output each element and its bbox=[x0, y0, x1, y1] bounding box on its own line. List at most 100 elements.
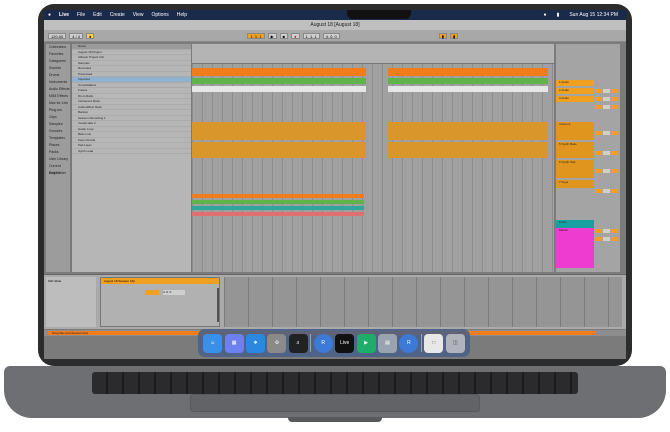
arrangement-clip[interactable] bbox=[192, 86, 366, 92]
dock: ☺ ▦ ❖ ⚙ ♬ R Live ▶ ▤ R □ ◫ bbox=[198, 329, 470, 357]
browser-place-item[interactable]: Clips bbox=[46, 114, 70, 121]
clip-fader[interactable] bbox=[217, 288, 219, 322]
track-mixer-controls[interactable] bbox=[594, 220, 620, 233]
menu-view[interactable]: View bbox=[129, 12, 148, 18]
arrangement-clip[interactable] bbox=[192, 142, 366, 158]
track-mixer-controls[interactable] bbox=[594, 160, 620, 173]
trash-icon[interactable]: ◫ bbox=[445, 333, 465, 353]
browser-place-item[interactable]: Instruments bbox=[46, 79, 70, 86]
browser-place-item[interactable]: Packs bbox=[46, 149, 70, 156]
clip-editor[interactable] bbox=[224, 277, 622, 327]
signature-field[interactable]: 4 / 4 bbox=[69, 32, 84, 39]
arrangement-clip[interactable] bbox=[192, 122, 366, 140]
menu-create[interactable]: Create bbox=[106, 12, 129, 18]
track-mixer-controls[interactable] bbox=[594, 122, 620, 135]
battery-icon[interactable]: ▮ bbox=[553, 12, 564, 18]
browser-place-item[interactable]: Grooves bbox=[46, 128, 70, 135]
track-header[interactable]: 3 Audio bbox=[556, 96, 594, 102]
track-header[interactable]: 5 Synth Bass bbox=[556, 142, 594, 158]
keyboard bbox=[92, 372, 578, 394]
track-mixer-controls[interactable] bbox=[594, 142, 620, 155]
loop-length-field[interactable]: 4. 0. 0 bbox=[322, 32, 340, 39]
arrangement-clip[interactable] bbox=[192, 194, 364, 198]
arrangement-clip[interactable] bbox=[192, 206, 364, 210]
arrangement-clip[interactable] bbox=[192, 78, 366, 84]
menu-help[interactable]: Help bbox=[173, 12, 191, 18]
system-preferences-icon[interactable]: ⚙ bbox=[267, 333, 287, 353]
safari-icon[interactable]: ❖ bbox=[246, 333, 266, 353]
arrangement-clip[interactable] bbox=[388, 142, 548, 158]
track-mixer-controls[interactable] bbox=[594, 228, 620, 241]
transport-bar: 120.00 4 / 4 ● 1. 1. 1 ▶ ■ ● 1. 1. 1 4. … bbox=[44, 30, 626, 42]
menu-clock[interactable]: Sun Aug 15 12:34 PM bbox=[565, 12, 622, 18]
cpu-meter: ▮ bbox=[438, 32, 447, 39]
track-header[interactable]: 2 Audio bbox=[556, 88, 594, 94]
position-field[interactable]: 1. 1. 1 bbox=[247, 32, 265, 39]
browser-place-item[interactable]: MIDI Effects bbox=[46, 93, 70, 100]
browser-place-item[interactable]: Favorites bbox=[46, 51, 70, 58]
browser-place-item[interactable]: Collections bbox=[46, 44, 70, 51]
track-header[interactable]: 6 Synth Pad bbox=[556, 160, 594, 178]
browser-place-item[interactable]: Categories bbox=[46, 58, 70, 65]
track-mixer-controls[interactable] bbox=[594, 96, 620, 109]
piano-icon[interactable]: ♬ bbox=[288, 333, 308, 353]
clip-length-field[interactable]: 4. 0. 0 bbox=[163, 290, 185, 295]
menu-edit[interactable]: Edit bbox=[89, 12, 106, 18]
arrangement-clip[interactable] bbox=[388, 122, 548, 140]
wifi-icon[interactable]: ● bbox=[540, 12, 551, 18]
clip-color-swatch[interactable] bbox=[145, 290, 159, 295]
arrangement-clip[interactable] bbox=[192, 68, 366, 76]
track-headers: 1 Audio 2 Audio 3 Audio 4 Drums 5 Synth Bass… bbox=[556, 44, 620, 272]
browser-place-item[interactable]: Audio Effects bbox=[46, 86, 70, 93]
preview-icon[interactable]: ▤ bbox=[378, 333, 397, 353]
loop-start-field[interactable]: 1. 1. 1 bbox=[302, 32, 320, 39]
browser-tree-item[interactable]: Synth Lead bbox=[72, 149, 191, 154]
browser-place-item[interactable]: Add Folder bbox=[46, 170, 70, 177]
clip-title[interactable]: August 18 Session Clip bbox=[101, 278, 219, 284]
browser-place-item[interactable]: Current Project bbox=[46, 163, 70, 175]
grid-lines bbox=[192, 64, 554, 272]
trackpad bbox=[190, 394, 480, 412]
document-icon[interactable]: □ bbox=[424, 333, 444, 353]
play-button[interactable]: ▶ bbox=[267, 32, 277, 39]
track-header[interactable]: 1 Audio bbox=[556, 80, 594, 86]
track-mixer-controls[interactable] bbox=[594, 180, 620, 193]
arrangement-clip[interactable] bbox=[192, 200, 364, 204]
timeline-ruler[interactable] bbox=[192, 44, 554, 64]
launchpad-icon[interactable]: ▦ bbox=[224, 333, 244, 353]
browser-place-item[interactable]: Sounds bbox=[46, 65, 70, 72]
menu-bar: ● Live File Edit Create View Options Hel… bbox=[44, 10, 626, 20]
finder-icon[interactable]: ☺ bbox=[203, 333, 223, 353]
browser-place-item[interactable]: Samples bbox=[46, 121, 70, 128]
browser-tree: Name August 18 Project Ableton Project In… bbox=[71, 44, 191, 272]
browser-place-item[interactable]: Places bbox=[46, 142, 70, 149]
browser-place-item[interactable]: Plug-Ins bbox=[46, 107, 70, 114]
arrangement-clip[interactable] bbox=[192, 212, 364, 216]
menu-options[interactable]: Options bbox=[148, 12, 173, 18]
track-mixer-controls[interactable] bbox=[594, 80, 620, 93]
tempo-field[interactable]: 120.00 bbox=[48, 32, 67, 39]
track-mixer-controls[interactable] bbox=[594, 88, 620, 101]
browser-place-item[interactable]: Max for Live bbox=[46, 100, 70, 107]
messages-icon[interactable]: ▶ bbox=[356, 333, 376, 353]
track-header[interactable]: 8 Vox bbox=[556, 220, 594, 228]
rosetta-icon[interactable]: R bbox=[313, 333, 333, 353]
record-button[interactable]: ● bbox=[291, 32, 300, 39]
browser-place-item[interactable]: Templates bbox=[46, 135, 70, 142]
menu-file[interactable]: File bbox=[73, 12, 89, 18]
arrangement-clip[interactable] bbox=[388, 68, 548, 76]
arrangement-clip[interactable] bbox=[388, 86, 548, 92]
rosetta-icon-2[interactable]: R bbox=[399, 333, 419, 353]
track-header[interactable]: Master bbox=[556, 228, 594, 268]
menu-live[interactable]: Live bbox=[55, 12, 73, 18]
browser-place-item[interactable]: Drums bbox=[46, 72, 70, 79]
track-header[interactable]: 4 Drums bbox=[556, 122, 594, 140]
arrangement-clip[interactable] bbox=[388, 78, 548, 84]
stop-button[interactable]: ■ bbox=[279, 32, 289, 39]
browser-place-item[interactable]: User Library bbox=[46, 156, 70, 163]
apple-icon[interactable]: ● bbox=[44, 12, 55, 18]
track-header[interactable]: 7 Keys bbox=[556, 180, 594, 188]
metronome-button[interactable]: ● bbox=[86, 32, 95, 39]
clip-properties: August 18 Session Clip 4. 0. 0 bbox=[100, 277, 220, 327]
live-icon[interactable]: Live bbox=[335, 333, 355, 353]
